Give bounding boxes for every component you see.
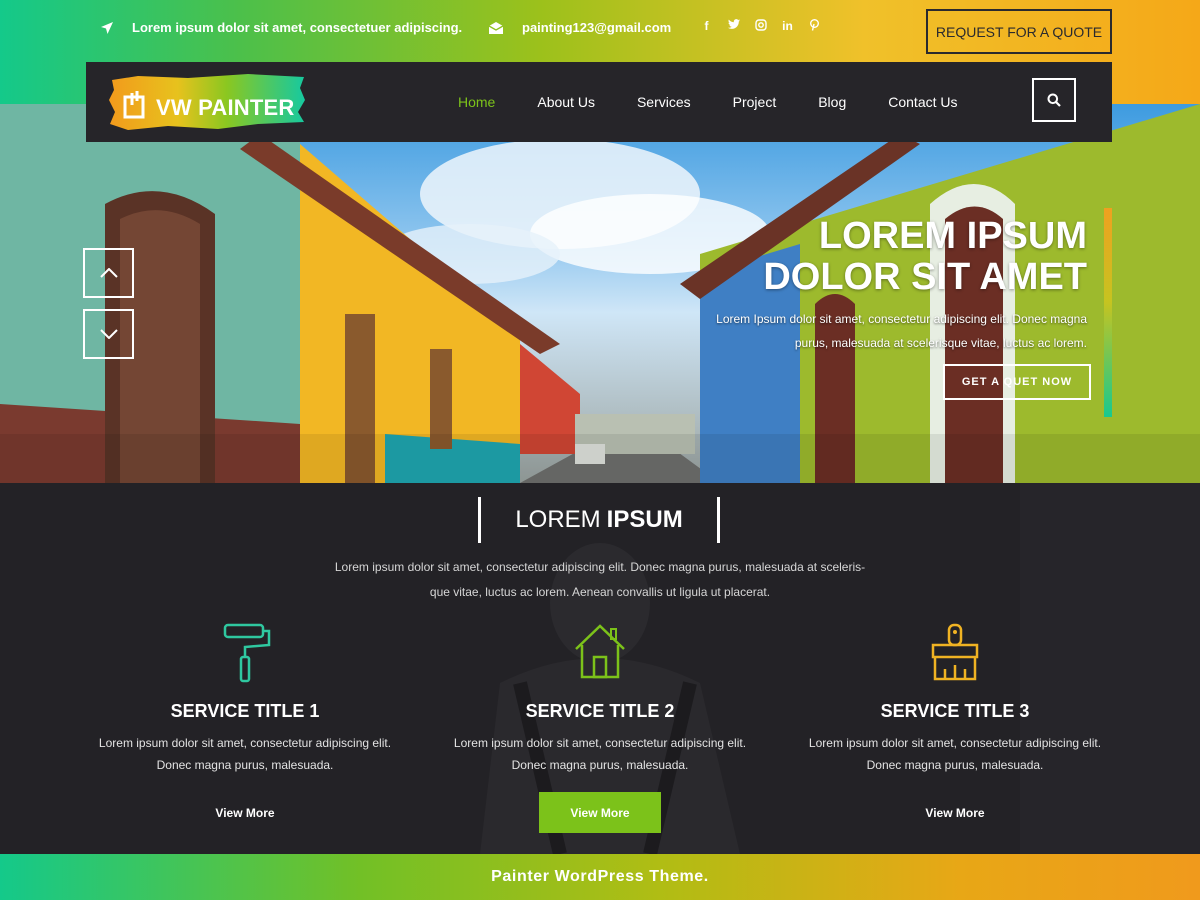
hero-accent-bar [1104,208,1112,417]
hero-description: Lorem Ipsum dolor sit amet, consectetur … [647,307,1087,355]
chevron-up-icon [99,268,118,278]
envelope-icon [488,21,504,34]
hero-slider: LOREM IPSUM DOLOR SIT AMET Lorem Ipsum d… [0,104,1200,483]
location-arrow-icon [101,21,113,34]
footer-text: Painter WordPress Theme. [491,868,709,885]
service-description: Lorem ipsum dolor sit amet, consectetur … [785,732,1125,776]
nav-item-home[interactable]: Home [458,94,495,110]
service-card-3: SERVICE TITLE 3 Lorem ipsum dolor sit am… [785,623,1125,833]
service-description-line-2: Donec magna purus, malesuada. [866,758,1044,772]
nav-item-services[interactable]: Services [637,94,691,110]
service-title: SERVICE TITLE 1 [170,701,320,721]
search-button[interactable] [1032,78,1076,122]
primary-nav: Home About Us Services Project Blog Cont… [458,62,1000,142]
hero-description-line-1: Lorem Ipsum dolor sit amet, consectetur … [716,312,1087,326]
service-description-line-1: Lorem ipsum dolor sit amet, consectetur … [453,736,747,750]
section-title-bold: IPSUM [606,506,683,533]
nav-item-blog[interactable]: Blog [818,94,846,110]
service-description-line-2: Donec magna purus, malesuada. [511,758,689,772]
paint-brush-icon [931,623,979,681]
email-text: painting123@gmail.com [522,20,672,35]
slider-next-button[interactable] [83,309,134,359]
house-icon [575,624,625,679]
search-icon [1047,93,1061,107]
hero-title: LOREM IPSUM DOLOR SIT AMET [667,216,1087,298]
hero-title-line-1: LOREM IPSUM [818,215,1087,257]
top-info-bar: Lorem ipsum dolor sit amet, consectetuer… [0,0,1200,62]
pinterest-icon[interactable] [808,19,821,34]
section-title: LOREM IPSUM [478,497,720,543]
service-title: SERVICE TITLE 2 [525,701,675,721]
service-description-line-2: Donec magna purus, malesuada. [156,758,334,772]
hero-description-line-2: purus, malesuada at scelerisque vitae, l… [794,336,1087,350]
section-title-light: LOREM [515,506,601,533]
footer-bar: Painter WordPress Theme. [0,854,1200,900]
section-description: Lorem ipsum dolor sit amet, consectetur … [300,555,900,605]
service-card-2: SERVICE TITLE 2 Lorem ipsum dolor sit am… [430,623,770,833]
request-quote-button[interactable]: REQUEST FOR A QUOTE [926,9,1112,54]
main-navbar: VW PAINTER Home About Us Services Projec… [86,62,1112,142]
linkedin-icon[interactable]: in [781,19,794,34]
service-description: Lorem ipsum dolor sit amet, consectetur … [430,732,770,776]
view-more-button[interactable]: View More [539,792,661,833]
section-description-line-2: que vitae, luctus ac lorem. Aenean conva… [429,585,771,599]
hero-title-line-2: DOLOR SIT AMET [763,256,1087,298]
service-card-1: SERVICE TITLE 1 Lorem ipsum dolor sit am… [75,623,415,833]
logo-text: VW PAINTER [156,95,295,120]
facebook-icon[interactable]: f [700,19,713,34]
services-section: LOREM IPSUM Lorem ipsum dolor sit amet, … [0,483,1200,854]
social-links: f in [700,19,821,34]
paint-bucket-icon [123,91,145,119]
service-description-line-1: Lorem ipsum dolor sit amet, consectetur … [98,736,392,750]
view-more-button[interactable]: View More [184,792,306,833]
nav-item-project[interactable]: Project [733,94,777,110]
address-text: Lorem ipsum dolor sit amet, consectetuer… [132,20,463,35]
email-info[interactable]: painting123@gmail.com [488,20,671,35]
nav-item-contact[interactable]: Contact Us [888,94,957,110]
service-description-line-1: Lorem ipsum dolor sit amet, consectetur … [808,736,1102,750]
section-description-line-1: Lorem ipsum dolor sit amet, consectetur … [334,560,866,574]
site-logo[interactable]: VW PAINTER [108,72,306,132]
chevron-down-icon [99,329,118,339]
service-title: SERVICE TITLE 3 [880,701,1030,721]
get-quote-button[interactable]: GET A QUET NOW [943,364,1091,400]
service-description: Lorem ipsum dolor sit amet, consectetur … [75,732,415,776]
twitter-icon[interactable] [727,19,740,34]
instagram-icon[interactable] [754,19,767,34]
view-more-button[interactable]: View More [894,792,1016,833]
paint-roller-icon [223,623,271,683]
address-info: Lorem ipsum dolor sit amet, consectetuer… [100,20,462,35]
nav-item-about[interactable]: About Us [537,94,595,110]
slider-prev-button[interactable] [83,248,134,298]
